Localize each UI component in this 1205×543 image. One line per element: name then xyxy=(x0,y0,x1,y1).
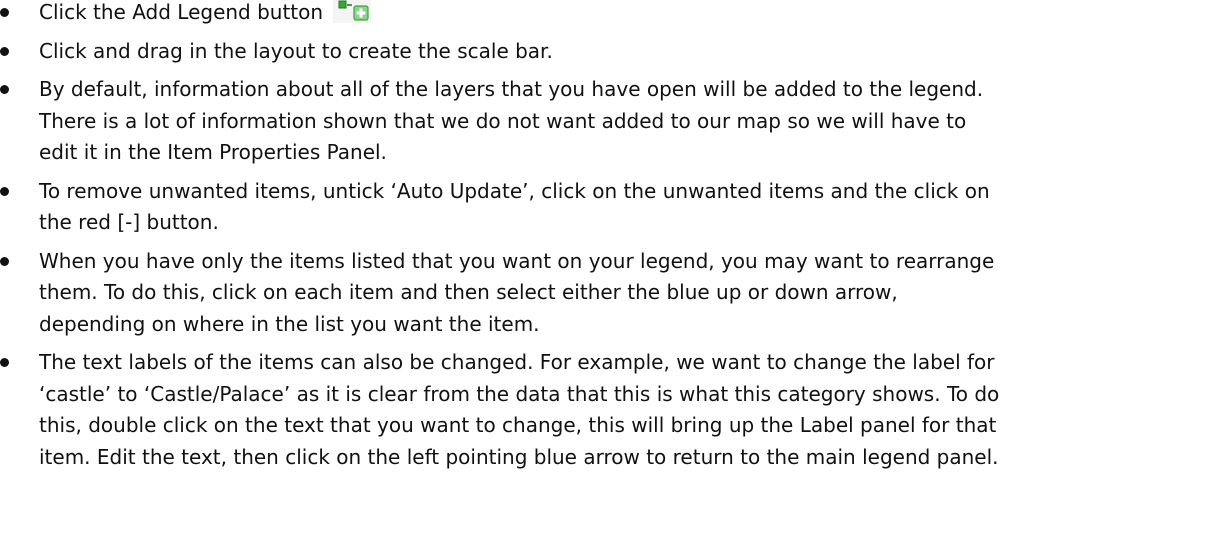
list-item-line: There is a lot of information shown that… xyxy=(39,108,967,133)
list-item-line: depending on where in the list you want … xyxy=(39,311,540,336)
list-item-line: item. Edit the text, then click on the l… xyxy=(39,444,999,469)
list-item-line: To remove unwanted items, untick ‘Auto U… xyxy=(39,178,990,203)
list-item-line: When you have only the items listed that… xyxy=(39,248,995,273)
list-item-line: By default, information about all of the… xyxy=(39,77,984,101)
bullet-dot xyxy=(0,256,9,266)
add-legend-icon xyxy=(333,0,372,23)
bullet-dot xyxy=(0,85,9,94)
list-item-line: The text labels of the items can also be… xyxy=(39,350,995,374)
list-item: Click the Add Legend button xyxy=(0,0,1205,29)
list-item: When you have only the items listed that… xyxy=(0,246,1205,341)
list-item-line: ‘castle’ to ‘Castle/Palace’ as it is cle… xyxy=(39,381,1000,406)
bullet-dot xyxy=(0,46,9,56)
bullet-dot xyxy=(0,358,9,367)
instruction-list: Click the Add Legend button Click and dr… xyxy=(0,0,1205,473)
list-item: By default, information about all of the… xyxy=(0,74,1205,169)
document-page: Click the Add Legend button Click and dr… xyxy=(0,0,1205,540)
list-item-line: them. To do this, click on each item and… xyxy=(39,280,898,304)
list-item-line: edit it in the Item Properties Panel. xyxy=(39,140,387,164)
bullet-dot xyxy=(0,8,9,17)
bullet-dot xyxy=(0,186,9,196)
list-item-line: this, double click on the text that you … xyxy=(39,413,997,437)
list-item-line: the red [-] button. xyxy=(39,210,219,234)
list-item: The text labels of the items can also be… xyxy=(0,347,1205,473)
list-item: Click and drag in the layout to create t… xyxy=(0,36,1205,68)
list-item-text: Click the Add Legend button xyxy=(39,0,324,24)
list-item: To remove unwanted items, untick ‘Auto U… xyxy=(0,176,1205,239)
list-item-text: Click and drag in the layout to create t… xyxy=(39,38,553,63)
